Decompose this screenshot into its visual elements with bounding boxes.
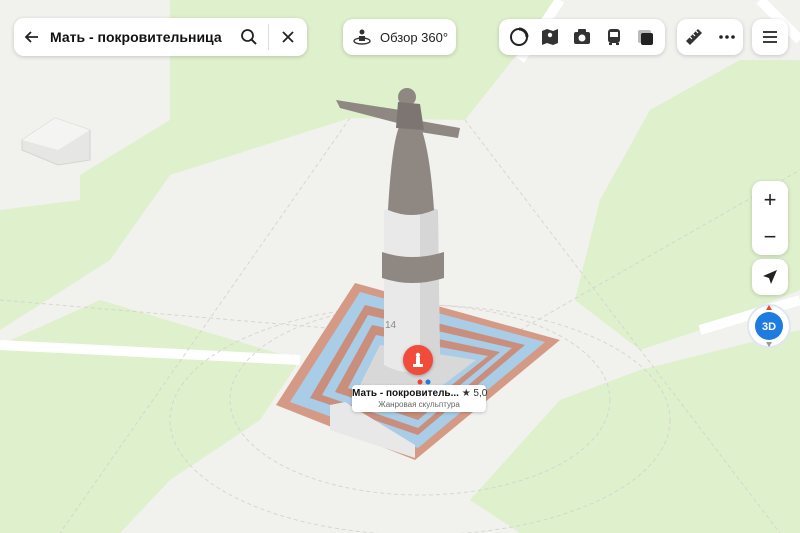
place-name: Мать - покровитель... [352, 388, 459, 399]
zoom-out-button[interactable]: − [752, 219, 788, 255]
map-layers-button[interactable] [537, 24, 563, 50]
zoom-control: + − [752, 181, 788, 255]
dark-mode-icon [638, 30, 654, 45]
navigation-arrow-icon [763, 270, 777, 284]
building-number: 14 [385, 320, 397, 331]
ruler-icon [685, 29, 702, 45]
panorama-360-icon [353, 29, 371, 45]
panorama-label: Обзор 360° [380, 29, 449, 45]
panorama-camera-button[interactable] [569, 24, 595, 50]
zoom-in-button[interactable]: + [752, 182, 788, 218]
dark-mode-button[interactable] [632, 24, 658, 50]
menu-icon [763, 31, 777, 43]
place-rating: ★ 5,0 [461, 388, 488, 399]
panorama-camera-icon [573, 29, 590, 44]
compass-3d-button[interactable]: 3D [746, 303, 792, 349]
search-box: Мать - покровительница [14, 18, 307, 56]
locate-button[interactable] [752, 259, 788, 295]
transit-icon [607, 29, 620, 45]
traffic-icon [509, 27, 529, 46]
map-layers-icon [542, 29, 559, 45]
search-input[interactable]: Мать - покровительница [50, 29, 230, 45]
traffic-button[interactable] [506, 24, 532, 50]
place-pin[interactable] [403, 345, 433, 375]
map-canvas[interactable]: 14 [0, 0, 800, 533]
panorama-button[interactable]: Обзор 360° [343, 19, 456, 55]
more-button[interactable] [714, 24, 740, 50]
clear-button[interactable] [269, 18, 307, 56]
search-icon [241, 29, 257, 45]
back-button[interactable] [14, 18, 50, 56]
place-title: Мать - покровитель... ★ 5,0 [352, 388, 488, 399]
search-button[interactable] [230, 18, 268, 56]
tools-toolbar [677, 19, 743, 55]
more-icon [718, 35, 735, 39]
transit-button[interactable] [601, 24, 627, 50]
menu-button[interactable] [752, 19, 788, 55]
place-label[interactable]: Мать - покровитель... ★ 5,0 Жанровая ску… [352, 385, 488, 412]
monument-icon [413, 352, 423, 367]
place-category: Жанровая скульптура [378, 400, 460, 409]
ruler-button[interactable] [681, 24, 707, 50]
layers-toolbar [499, 19, 665, 55]
close-icon [282, 31, 294, 43]
arrow-left-icon [24, 31, 38, 43]
3d-mode-label: 3D [762, 321, 776, 333]
